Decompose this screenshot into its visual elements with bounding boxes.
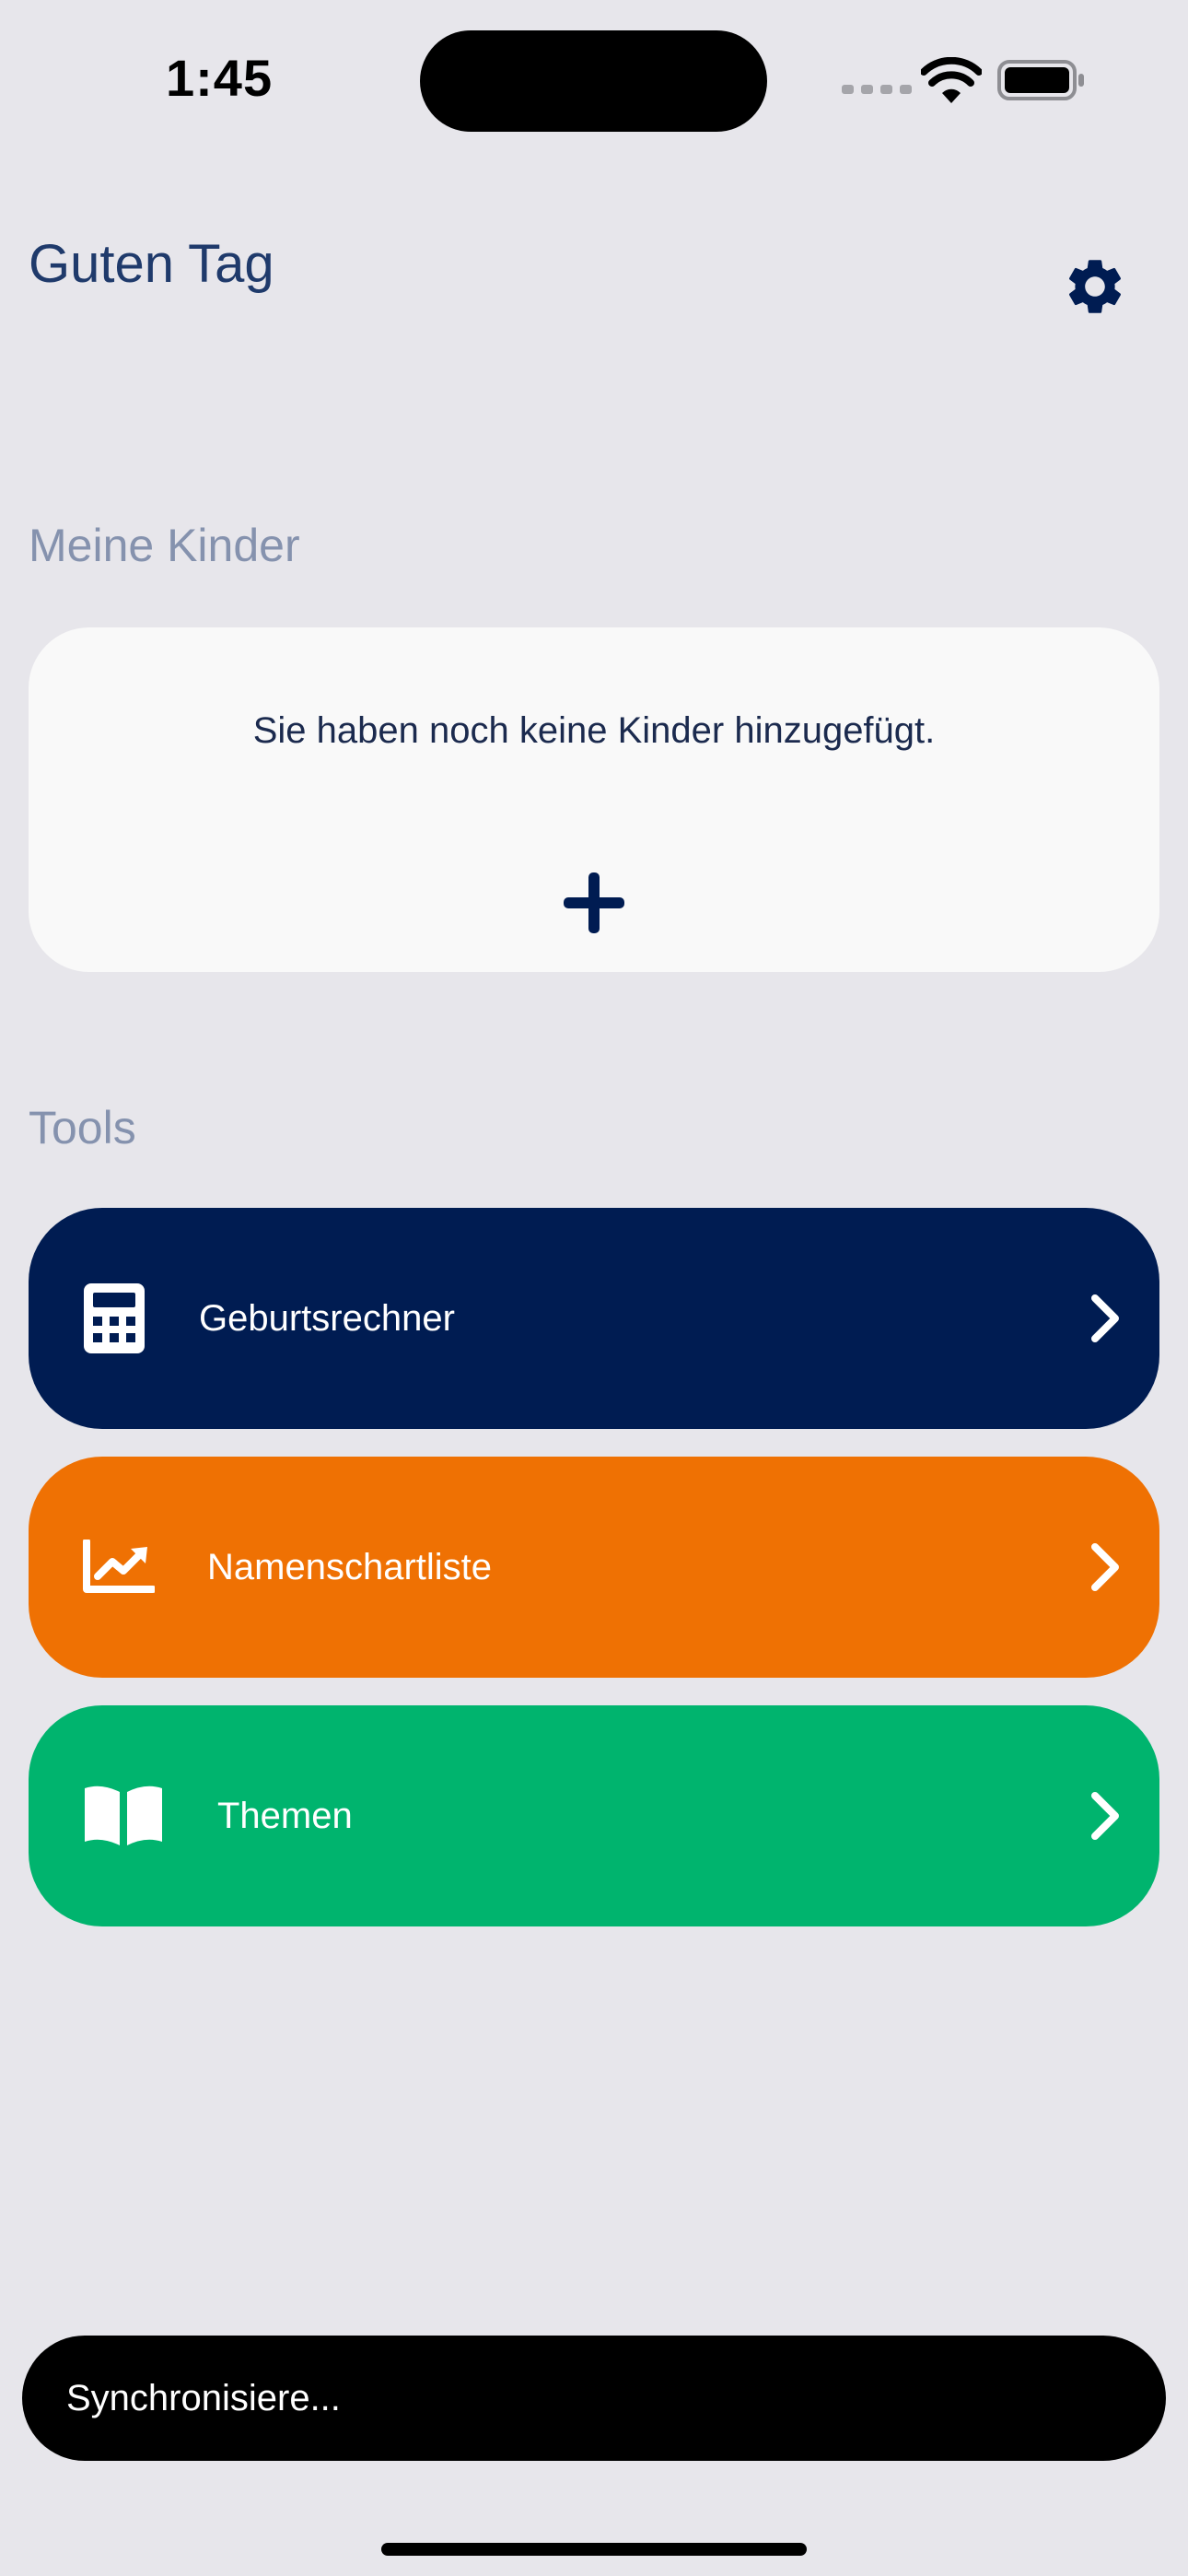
toast-text: Synchronisiere...	[66, 2377, 341, 2418]
kids-section-label: Meine Kinder	[29, 520, 300, 571]
status-time: 1:45	[166, 49, 274, 107]
chevron-right-icon	[1091, 1543, 1119, 1591]
tool-label: Geburtsrechner	[199, 1297, 455, 1339]
cellular-signal-icon	[842, 85, 912, 94]
battery-icon	[997, 60, 1084, 100]
kids-empty-text: Sie haben noch keine Kinder hinzugefügt.	[252, 710, 936, 751]
plus-icon	[564, 872, 624, 933]
settings-button[interactable]	[1057, 249, 1133, 324]
chevron-right-icon	[1091, 1294, 1119, 1342]
tool-label: Namenschartliste	[207, 1546, 493, 1587]
tool-themen[interactable]: Themen	[29, 1705, 1159, 1926]
tool-label: Themen	[217, 1795, 353, 1836]
wifi-icon	[921, 57, 982, 103]
tool-namenschartliste[interactable]: Namenschartliste	[29, 1457, 1159, 1678]
gear-icon	[1068, 260, 1122, 313]
kids-card: Sie haben noch keine Kinder hinzugefügt.	[29, 627, 1159, 972]
tool-geburtsrechner[interactable]: Geburtsrechner	[29, 1208, 1159, 1429]
add-child-button[interactable]	[560, 869, 628, 937]
tools-section-label: Tools	[29, 1102, 136, 1153]
calculator-icon	[82, 1208, 146, 1429]
page-title: Guten Tag	[29, 234, 274, 294]
dynamic-island	[420, 30, 767, 132]
sync-toast: Synchronisiere...	[22, 2336, 1166, 2461]
chevron-right-icon	[1091, 1792, 1119, 1840]
book-open-icon	[82, 1705, 165, 1926]
home-indicator[interactable]	[381, 2543, 807, 2556]
chart-line-icon	[82, 1457, 156, 1678]
